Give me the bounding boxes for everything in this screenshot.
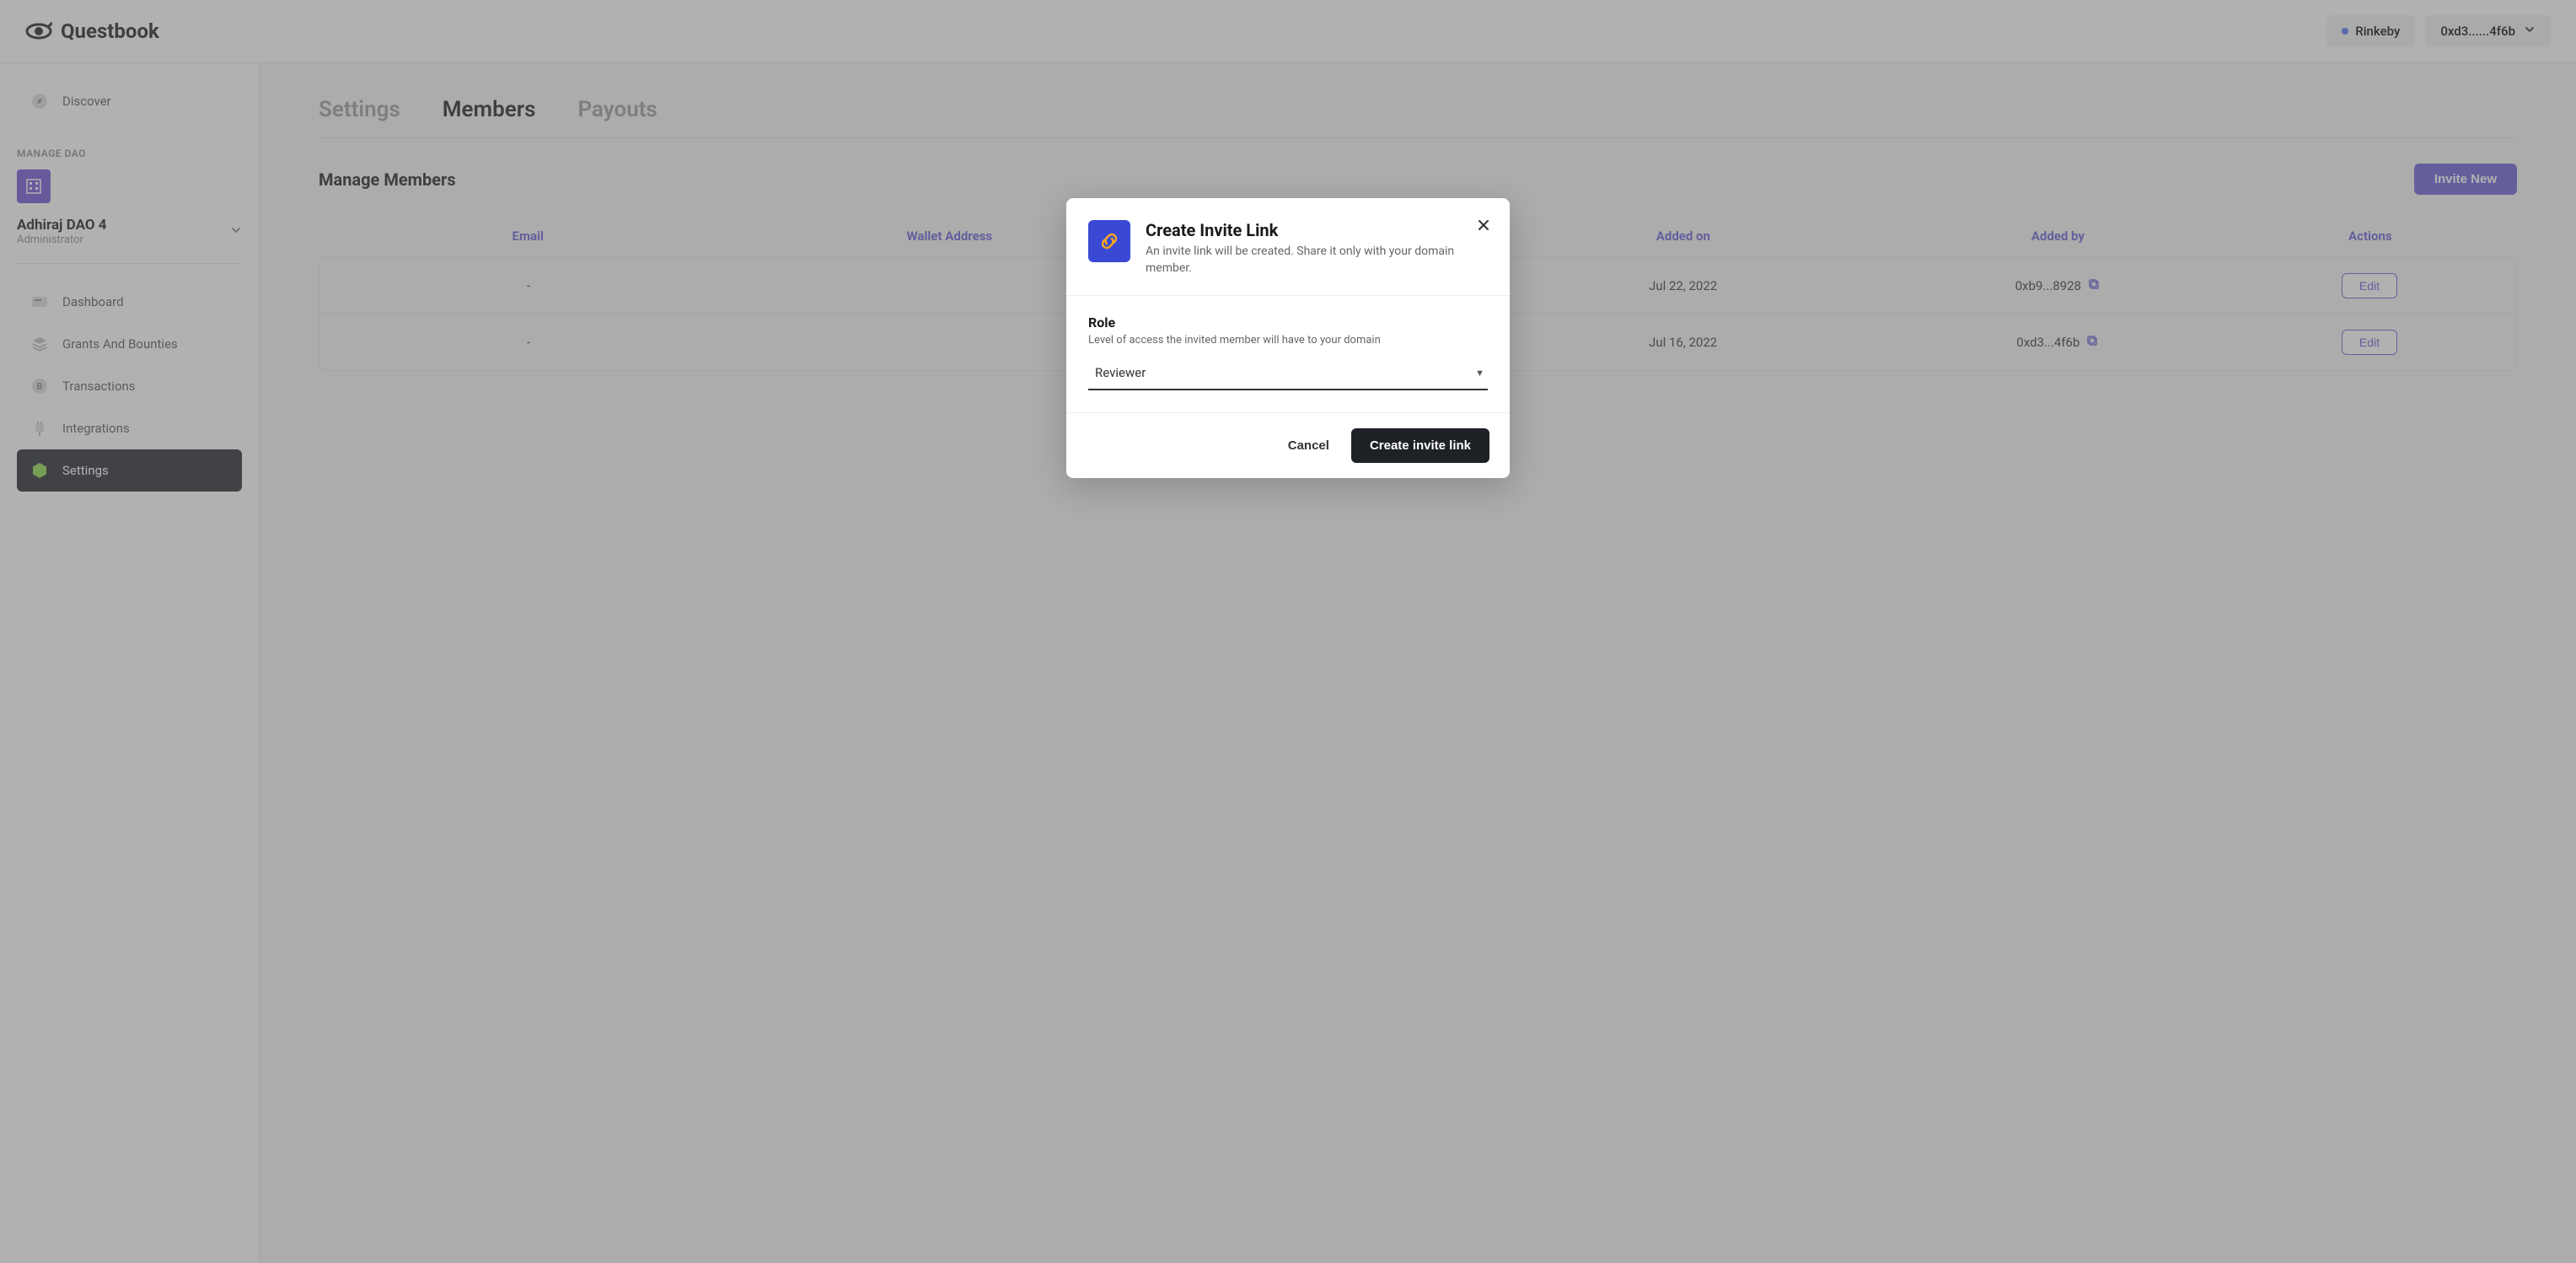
- modal-overlay[interactable]: Create Invite Link An invite link will b…: [0, 0, 2576, 1263]
- modal-subtitle: An invite link will be created. Share it…: [1146, 244, 1488, 277]
- dropdown-value: Reviewer: [1095, 365, 1146, 380]
- modal-footer: Cancel Create invite link: [1066, 413, 1510, 478]
- modal-title: Create Invite Link: [1146, 220, 1488, 240]
- close-icon[interactable]: [1476, 217, 1491, 237]
- modal-header: Create Invite Link An invite link will b…: [1066, 198, 1510, 295]
- modal-body: Role Level of access the invited member …: [1066, 295, 1510, 413]
- caret-down-icon: ▼: [1475, 368, 1484, 379]
- field-label: Role: [1088, 314, 1488, 331]
- invite-modal: Create Invite Link An invite link will b…: [1066, 198, 1510, 478]
- link-icon: [1088, 220, 1130, 262]
- cancel-button[interactable]: Cancel: [1288, 438, 1329, 453]
- create-invite-button[interactable]: Create invite link: [1351, 428, 1489, 463]
- field-description: Level of access the invited member will …: [1088, 334, 1488, 347]
- role-dropdown[interactable]: Reviewer ▼: [1088, 358, 1488, 390]
